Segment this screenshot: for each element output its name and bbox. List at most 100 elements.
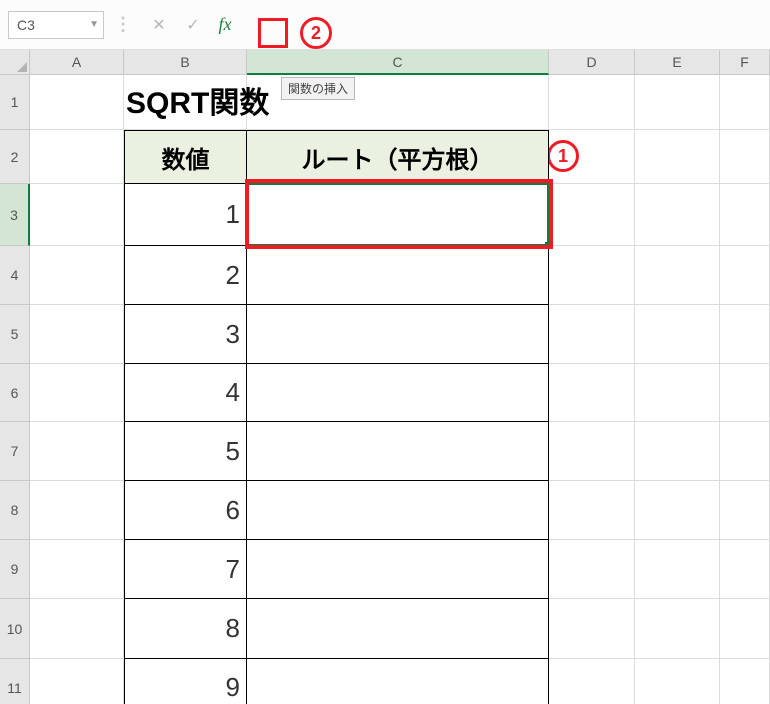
data-cell-c7[interactable]	[246, 421, 549, 481]
column-header-d[interactable]: D	[549, 50, 635, 75]
cell-f11[interactable]	[720, 659, 770, 704]
name-box[interactable]: C3 ▼	[8, 11, 104, 39]
cell-d2[interactable]	[549, 130, 635, 184]
column-header-e[interactable]: E	[635, 50, 720, 75]
cell-f7[interactable]	[720, 422, 770, 481]
cell-a4[interactable]	[30, 246, 124, 305]
data-cell-b8[interactable]: 6	[124, 480, 247, 540]
header-c-label: ルート（平方根）	[302, 140, 494, 175]
cell-d10[interactable]	[549, 599, 635, 659]
cell-f4[interactable]	[720, 246, 770, 305]
data-cell-b6[interactable]: 4	[124, 363, 247, 422]
cell-d4[interactable]	[549, 246, 635, 305]
data-cell-b7[interactable]: 5	[124, 421, 247, 481]
spreadsheet-area: ABCDEF 123456789101112 SQRT関数 数値 ルート（平方根…	[0, 50, 770, 704]
column-header-a[interactable]: A	[30, 50, 124, 75]
row-header-1[interactable]: 1	[0, 75, 30, 130]
data-cell-c6[interactable]	[246, 363, 549, 422]
data-cell-b11[interactable]: 9	[124, 658, 247, 704]
data-cell-c3[interactable]	[246, 183, 549, 246]
cell-e9[interactable]	[635, 540, 720, 599]
cell-a7[interactable]	[30, 422, 124, 481]
chevron-down-icon[interactable]: ▼	[89, 19, 99, 30]
cell-f5[interactable]	[720, 305, 770, 364]
data-cell-b9[interactable]: 7	[124, 539, 247, 599]
cell-d6[interactable]	[549, 364, 635, 422]
cell-e5[interactable]	[635, 305, 720, 364]
cell-e3[interactable]	[635, 184, 720, 246]
column-header-f[interactable]: F	[720, 50, 770, 75]
data-cell-c5[interactable]	[246, 304, 549, 364]
cell-a10[interactable]	[30, 599, 124, 659]
cell-e8[interactable]	[635, 481, 720, 540]
cell-d1[interactable]	[549, 75, 635, 130]
enter-formula-button[interactable]: ✓	[180, 12, 206, 38]
row-header-5[interactable]: 5	[0, 305, 30, 364]
table-header-c[interactable]: ルート（平方根）	[246, 130, 549, 184]
column-header-b[interactable]: B	[124, 50, 247, 75]
active-cell-handle[interactable]	[545, 242, 551, 248]
sheet-title: SQRT関数	[126, 78, 269, 122]
cell-e2[interactable]	[635, 130, 720, 184]
data-cell-c8[interactable]	[246, 480, 549, 540]
data-cell-b3[interactable]: 1	[124, 183, 247, 246]
cell-f3[interactable]	[720, 184, 770, 246]
cell-a9[interactable]	[30, 540, 124, 599]
cell-a1[interactable]	[30, 75, 124, 130]
cell-f10[interactable]	[720, 599, 770, 659]
row-header-6[interactable]: 6	[0, 364, 30, 422]
row-header-3[interactable]: 3	[0, 184, 30, 246]
cell-d3[interactable]	[549, 184, 635, 246]
title-text: SQRT関数	[126, 87, 269, 120]
name-box-value: C3	[17, 17, 35, 33]
cell-e1[interactable]	[635, 75, 720, 130]
cell-e7[interactable]	[635, 422, 720, 481]
cell-d8[interactable]	[549, 481, 635, 540]
data-cell-c11[interactable]	[246, 658, 549, 704]
column-headers: ABCDEF	[30, 50, 770, 75]
row-header-7[interactable]: 7	[0, 422, 30, 481]
cancel-formula-button[interactable]: ✕	[146, 12, 172, 38]
data-cell-c10[interactable]	[246, 598, 549, 659]
cell-e6[interactable]	[635, 364, 720, 422]
fx-icon: fx	[219, 14, 232, 35]
data-cell-b10[interactable]: 8	[124, 598, 247, 659]
data-cell-c9[interactable]	[246, 539, 549, 599]
cell-e11[interactable]	[635, 659, 720, 704]
cell-d11[interactable]	[549, 659, 635, 704]
row-header-9[interactable]: 9	[0, 540, 30, 599]
cell-d5[interactable]	[549, 305, 635, 364]
check-icon: ✓	[186, 15, 199, 35]
cell-a8[interactable]	[30, 481, 124, 540]
cell-a3[interactable]	[30, 184, 124, 246]
row-header-11[interactable]: 11	[0, 659, 30, 704]
data-cell-b4[interactable]: 2	[124, 245, 247, 305]
cell-f6[interactable]	[720, 364, 770, 422]
tooltip-text: 関数の挿入	[288, 82, 348, 96]
cell-e10[interactable]	[635, 599, 720, 659]
column-header-c[interactable]: C	[247, 50, 549, 75]
cell-f2[interactable]	[720, 130, 770, 184]
cell-a11[interactable]	[30, 659, 124, 704]
cell-f9[interactable]	[720, 540, 770, 599]
row-header-2[interactable]: 2	[0, 130, 30, 184]
cell-a6[interactable]	[30, 364, 124, 422]
select-all-corner[interactable]	[0, 50, 30, 75]
cell-f8[interactable]	[720, 481, 770, 540]
separator: ⋮	[114, 14, 132, 35]
cell-e4[interactable]	[635, 246, 720, 305]
cell-d9[interactable]	[549, 540, 635, 599]
data-cell-b5[interactable]: 3	[124, 304, 247, 364]
data-cell-c4[interactable]	[246, 245, 549, 305]
table-header-b[interactable]: 数値	[124, 130, 247, 184]
row-header-10[interactable]: 10	[0, 599, 30, 659]
cancel-icon: ✕	[152, 15, 165, 35]
cell-f1[interactable]	[720, 75, 770, 130]
cell-a2[interactable]	[30, 130, 124, 184]
insert-function-button[interactable]: fx	[210, 12, 240, 38]
cell-d7[interactable]	[549, 422, 635, 481]
cell-a5[interactable]	[30, 305, 124, 364]
row-header-8[interactable]: 8	[0, 481, 30, 540]
row-header-4[interactable]: 4	[0, 246, 30, 305]
formula-bar: C3 ▼ ⋮ ✕ ✓ fx	[0, 0, 770, 50]
